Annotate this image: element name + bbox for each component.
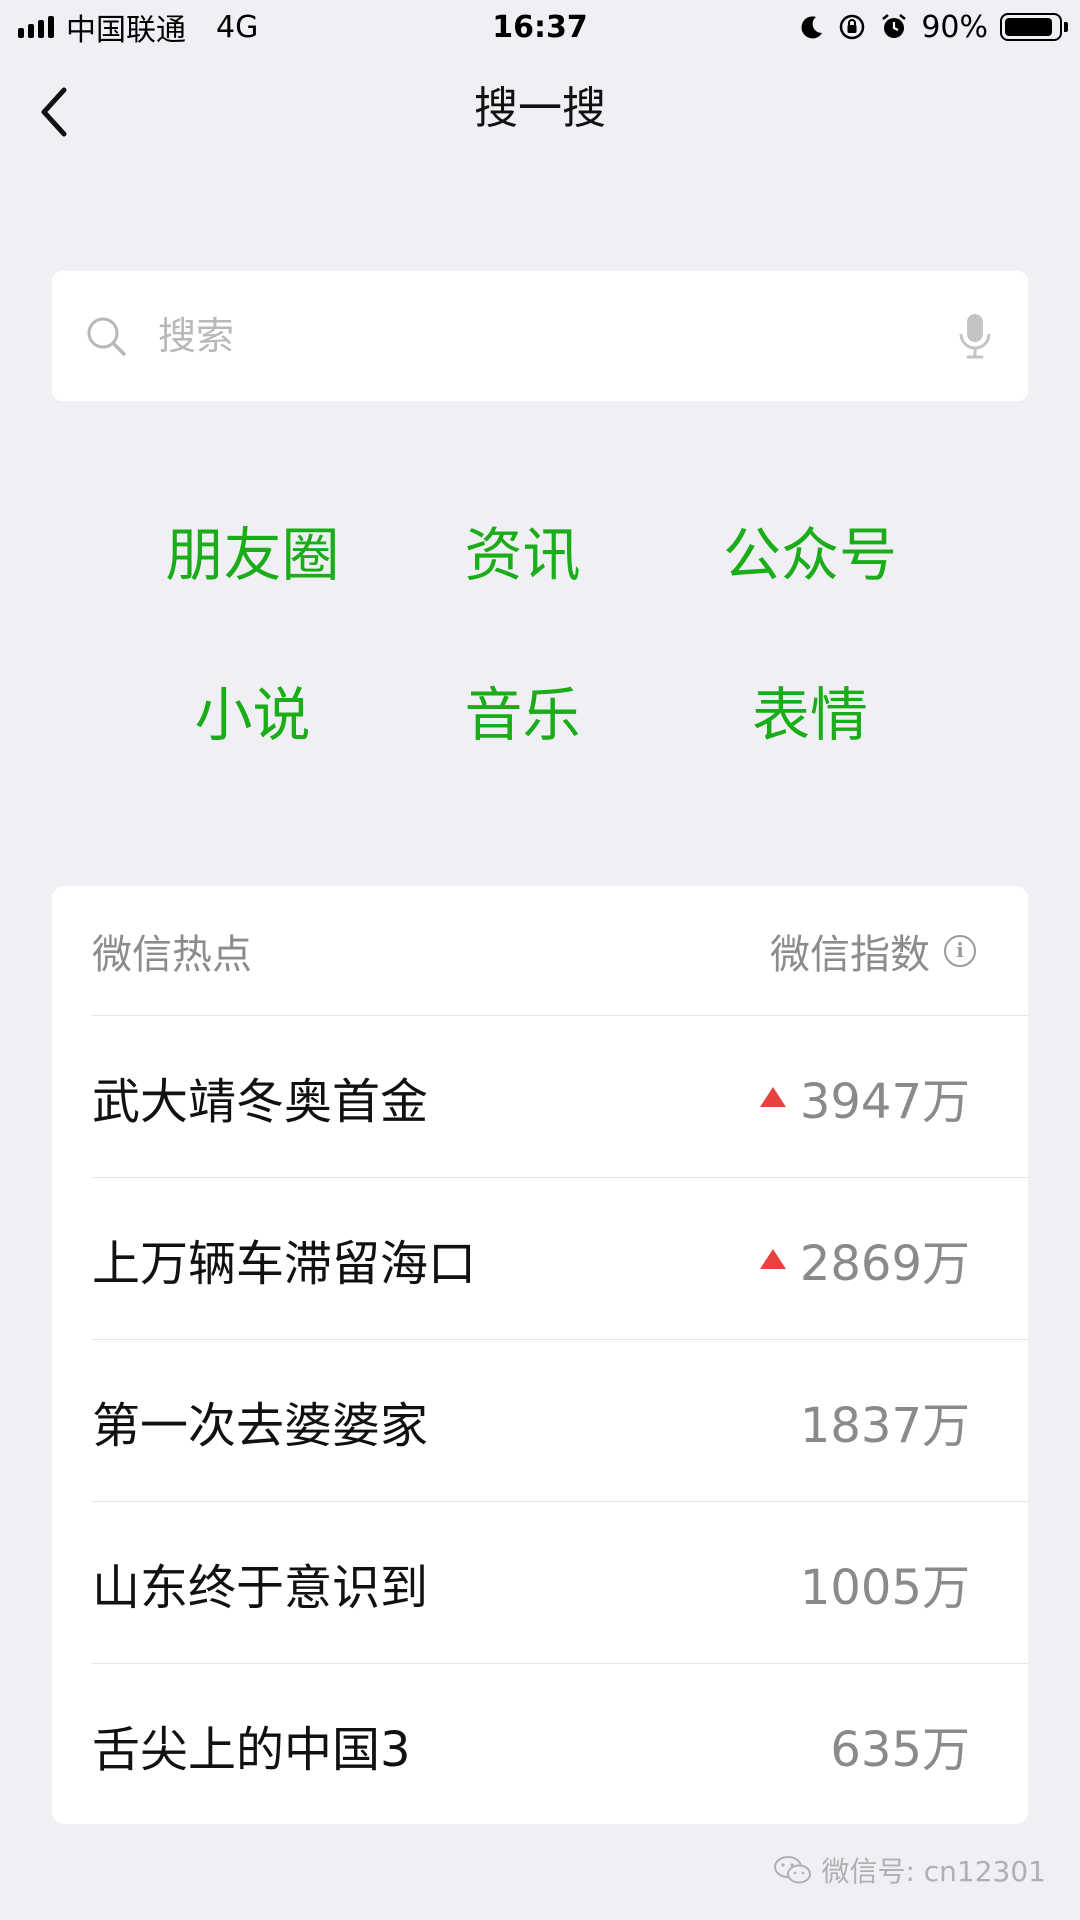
category-row: 朋友圈 资讯 公众号	[0, 470, 1080, 630]
hot-topic-row[interactable]: 舌尖上的中国3 635万	[92, 1664, 1028, 1824]
hot-topic-index: 1005万	[799, 1559, 970, 1616]
status-bar-right: 90%	[799, 9, 1068, 45]
battery-fill	[1005, 18, 1052, 36]
nav-bar: 搜一搜	[0, 54, 1080, 164]
category-news[interactable]: 资讯	[465, 508, 581, 592]
search-icon	[87, 317, 126, 356]
category-music[interactable]: 音乐	[465, 668, 581, 752]
index-label-group: 微信指数 i	[770, 922, 976, 980]
hot-topic-index-group: 1837万	[800, 1386, 970, 1456]
search-box[interactable]	[52, 271, 1028, 401]
network-label: 4G	[216, 9, 259, 45]
hot-topic-index: 1837万	[799, 1397, 970, 1454]
hot-topic-row[interactable]: 山东终于意识到 1005万	[92, 1502, 1028, 1664]
battery-percent: 90%	[921, 9, 988, 45]
search-input[interactable]	[156, 313, 958, 359]
hot-topic-title: 山东终于意识到	[92, 1559, 429, 1616]
hot-topic-row[interactable]: 武大靖冬奥首金 3947万	[92, 1016, 1028, 1178]
carrier-label: 中国联通	[66, 13, 186, 48]
watermark: 微信号: cn12301	[773, 1850, 1046, 1890]
category-official-accounts[interactable]: 公众号	[600, 508, 1020, 592]
hot-topic-title: 第一次去婆婆家	[92, 1397, 429, 1454]
category-moments[interactable]: 朋友圈	[0, 508, 505, 592]
hot-topic-title: 上万辆车滞留海口	[92, 1235, 477, 1292]
hot-topic-index-group: 3947万	[759, 1062, 970, 1132]
back-button[interactable]	[14, 72, 94, 152]
hot-topic-index: 3947万	[799, 1073, 970, 1130]
hot-topic-row[interactable]: 第一次去婆婆家 1837万	[92, 1340, 1028, 1502]
hot-topics-header: 微信热点 微信指数 i	[92, 886, 1028, 1016]
category-row: 小说 音乐 表情	[0, 630, 1080, 790]
category-stickers[interactable]: 表情	[600, 668, 1020, 752]
hot-topic-index-group: 1005万	[800, 1548, 970, 1618]
hot-topic-row[interactable]: 上万辆车滞留海口 2869万	[92, 1178, 1028, 1340]
signal-icon	[18, 16, 54, 38]
hot-topic-index-group: 2869万	[759, 1224, 970, 1294]
moon-icon	[801, 16, 823, 39]
trend-up-icon	[759, 1248, 786, 1269]
rotation-lock-icon	[840, 14, 865, 40]
watermark-text: 微信号: cn12301	[821, 1855, 1046, 1888]
battery-icon	[1000, 13, 1068, 41]
hot-topic-title: 舌尖上的中国3	[92, 1722, 411, 1778]
hot-topic-index: 635万	[830, 1722, 970, 1778]
status-bar: 中国联通 4G 16:37 90%	[0, 0, 1080, 54]
hot-topic-index: 2869万	[799, 1235, 970, 1292]
hot-topic-index-group: 635万	[830, 1710, 970, 1780]
microphone-icon[interactable]	[958, 312, 992, 360]
trend-up-icon	[759, 1086, 786, 1107]
page-title: 搜一搜	[474, 83, 606, 134]
category-novels[interactable]: 小说	[0, 668, 505, 752]
hot-topic-title: 武大靖冬奥首金	[92, 1073, 429, 1130]
index-label: 微信指数	[770, 931, 930, 978]
alarm-icon	[882, 14, 907, 38]
info-icon[interactable]: i	[944, 934, 976, 967]
category-grid: 朋友圈 资讯 公众号 小说 音乐 表情	[0, 470, 1080, 790]
hot-topics-card: 微信热点 微信指数 i 武大靖冬奥首金 3947万 上万辆车滞留海口 2869万…	[52, 886, 1028, 1824]
chevron-left-icon	[41, 87, 67, 137]
status-bar-left: 中国联通 4G	[18, 5, 258, 49]
wechat-logo-icon	[774, 1856, 812, 1884]
hot-topics-title: 微信热点	[92, 931, 252, 978]
